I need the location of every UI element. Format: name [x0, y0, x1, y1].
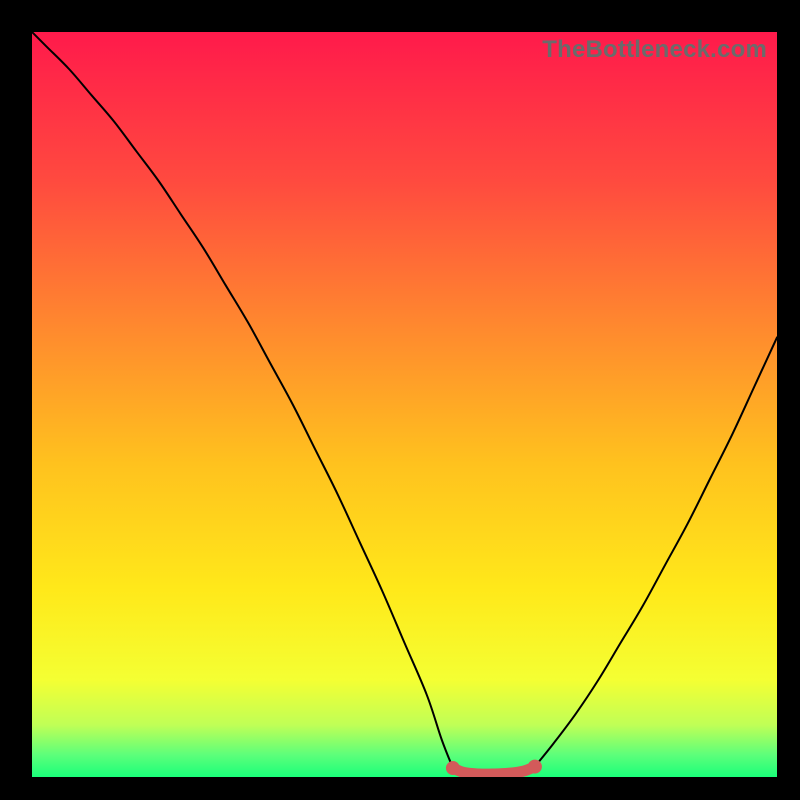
series-right-branch — [535, 337, 777, 766]
series-left-branch — [32, 32, 453, 768]
chart-stage: TheBottleneck.com — [0, 0, 800, 800]
watermark-label: TheBottleneck.com — [542, 36, 767, 64]
series-flat-bottom — [453, 767, 535, 775]
plot-area: TheBottleneck.com — [32, 32, 777, 777]
endpoint-dot-0 — [446, 761, 460, 775]
endpoint-dot-1 — [528, 760, 542, 774]
chart-curves — [32, 32, 777, 777]
